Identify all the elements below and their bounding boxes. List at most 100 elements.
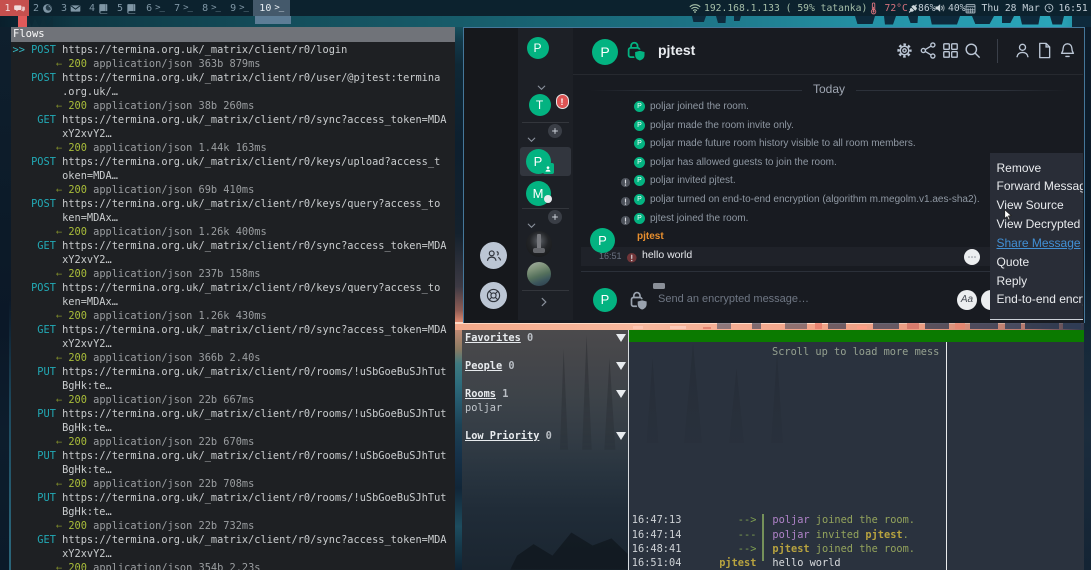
room-group-header[interactable]: Low Priority 0	[465, 430, 552, 442]
state-event-text: pjtest joined the room.	[650, 213, 748, 224]
chat-message-line: 16:48:41-->pjtest joined the room.	[632, 543, 915, 555]
room-avatar-photo[interactable]	[527, 262, 551, 286]
line-prefix: -->	[681, 543, 756, 555]
room-list-item[interactable]: poljar	[465, 402, 502, 414]
grid-icon[interactable]	[941, 41, 960, 65]
message-avatar[interactable]: P	[590, 228, 615, 253]
chevron-down-icon[interactable]	[527, 215, 536, 233]
status-item	[965, 0, 976, 16]
mitmproxy-window: Flows >> POST https://termina.org.uk/_ma…	[11, 27, 455, 570]
collapse-triangle-icon[interactable]	[616, 362, 626, 370]
search-icon[interactable]	[963, 41, 982, 65]
status-item	[1044, 0, 1054, 16]
flow-response-line: ← 200 application/json 366b 2.40s	[11, 351, 455, 365]
status-item: 40%	[948, 0, 966, 16]
collapse-triangle-icon[interactable]	[616, 432, 626, 440]
event-avatar[interactable]: P	[634, 194, 645, 205]
wallpaper-silhouette	[955, 323, 965, 329]
volume-text: 40%	[948, 3, 966, 14]
message-options-button[interactable]	[964, 249, 980, 265]
room-list-panel: PT!PM	[518, 28, 574, 320]
menu-item-end-to-end-encryp[interactable]: End-to-end encryp	[997, 292, 1083, 306]
collapse-triangle-icon[interactable]	[616, 334, 626, 342]
composer-avatar[interactable]: P	[593, 288, 617, 312]
menu-item-remove[interactable]: Remove	[997, 161, 1042, 175]
section-divider	[522, 208, 569, 209]
status-bar: 1 2 3 4 5 6>_ 7>_ 8>_ 9>_ 10>_192.168.1.…	[0, 0, 1091, 16]
line-prefix: ---	[681, 529, 756, 541]
event-avatar[interactable]: P	[634, 157, 645, 168]
state-event-text: poljar made future room history visible …	[650, 138, 916, 149]
flow-request-line[interactable]: GET https://termina.org.uk/_matrix/clien…	[11, 323, 455, 337]
warning-circle-icon	[620, 175, 631, 193]
flow-url-continuation: BgHk:te…	[11, 379, 455, 393]
room-avatar-photo[interactable]	[526, 231, 552, 257]
line-timestamp: 16:47:13	[632, 514, 682, 526]
clock-icon	[1044, 3, 1054, 13]
composer-input[interactable]: Send an encrypted message…	[658, 293, 809, 305]
flow-request-line[interactable]: GET https://termina.org.uk/_matrix/clien…	[11, 533, 455, 547]
room-group-header[interactable]: People 0	[465, 360, 515, 372]
room-group-header[interactable]: Favorites 0	[465, 332, 533, 344]
room-header-avatar[interactable]: P	[592, 39, 618, 65]
flow-request-line[interactable]: GET https://termina.org.uk/_matrix/clien…	[11, 239, 455, 253]
message-part: joined the room.	[810, 514, 915, 526]
wallpaper-rocks	[510, 498, 628, 570]
flow-request-line[interactable]: >> POST https://termina.org.uk/_matrix/c…	[11, 43, 455, 57]
chevron-down-icon[interactable]	[527, 129, 536, 147]
flow-request-line[interactable]: GET https://termina.org.uk/_matrix/clien…	[11, 113, 455, 127]
encrypted-lock-icon	[626, 40, 647, 66]
status-widgets: 192.168.1.133 ( 59% tatanka)72°C86%40%Th…	[0, 0, 1091, 16]
menu-item-share-message[interactable]: Share Message	[997, 236, 1081, 250]
flow-request-line[interactable]: PUT https://termina.org.uk/_matrix/clien…	[11, 449, 455, 463]
network-text: 192.168.1.133 ( 59% tatanka)	[704, 3, 867, 14]
add-room-button[interactable]	[548, 124, 562, 138]
flow-response-line: ← 200 application/json 38b 260ms	[11, 99, 455, 113]
event-avatar[interactable]: P	[634, 101, 645, 112]
wallpaper-tree	[692, 16, 706, 22]
menu-item-reply[interactable]: Reply	[997, 274, 1028, 288]
wallpaper-silhouette	[970, 323, 998, 329]
collapse-triangle-icon[interactable]	[616, 390, 626, 398]
wallpaper-silhouette	[717, 323, 731, 329]
person-icon[interactable]	[1013, 41, 1032, 65]
event-avatar[interactable]: P	[634, 175, 645, 186]
flow-request-line[interactable]: POST https://termina.org.uk/_matrix/clie…	[11, 197, 455, 211]
document-icon[interactable]	[1035, 41, 1054, 65]
wallpaper-silhouette	[907, 323, 919, 329]
message-part: pjtest	[865, 529, 902, 541]
chevron-right-icon[interactable]	[541, 294, 547, 312]
flow-response-line: ← 200 application/json 237b 158ms	[11, 267, 455, 281]
flow-request-line[interactable]: PUT https://termina.org.uk/_matrix/clien…	[11, 491, 455, 505]
menu-item-forward-message[interactable]: Forward Message	[997, 179, 1083, 193]
status-item: 16:51	[1059, 0, 1088, 16]
flow-request-line[interactable]: POST https://termina.org.uk/_matrix/clie…	[11, 155, 455, 169]
menu-item-quote[interactable]: Quote	[997, 255, 1030, 269]
invite-room-avatar[interactable]: T	[529, 94, 551, 116]
help-button[interactable]	[480, 282, 507, 309]
wallpaper-tree	[884, 16, 896, 25]
flow-request-line[interactable]: PUT https://termina.org.uk/_matrix/clien…	[11, 407, 455, 421]
flow-response-line: ← 200 application/json 69b 410ms	[11, 183, 455, 197]
bell-icon[interactable]	[1058, 41, 1077, 65]
wallpaper-silhouette	[828, 323, 846, 329]
direct-chat-button[interactable]	[480, 242, 507, 269]
event-avatar[interactable]: P	[634, 213, 645, 224]
flow-request-line[interactable]: PUT https://termina.org.uk/_matrix/clien…	[11, 365, 455, 379]
event-avatar[interactable]: P	[634, 120, 645, 131]
flow-url-continuation: xY2xvY2…	[11, 547, 455, 561]
chevron-down-icon[interactable]	[537, 77, 546, 95]
format-button[interactable]: Aa	[957, 290, 977, 310]
event-avatar[interactable]: P	[634, 138, 645, 149]
room-group-header[interactable]: Rooms 1	[465, 388, 508, 400]
share-icon[interactable]	[919, 41, 938, 65]
flow-request-line[interactable]: POST https://termina.org.uk/_matrix/clie…	[11, 71, 455, 85]
invite-badge: !	[556, 94, 569, 109]
composer-drag-handle[interactable]	[653, 283, 665, 289]
add-room-button[interactable]	[548, 210, 562, 224]
gear-icon[interactable]	[895, 41, 914, 65]
user-menu-avatar[interactable]: P	[527, 37, 549, 59]
message-part: invited	[810, 529, 866, 541]
mitmproxy-flow-list[interactable]: >> POST https://termina.org.uk/_matrix/c…	[11, 43, 455, 570]
flow-request-line[interactable]: POST https://termina.org.uk/_matrix/clie…	[11, 281, 455, 295]
